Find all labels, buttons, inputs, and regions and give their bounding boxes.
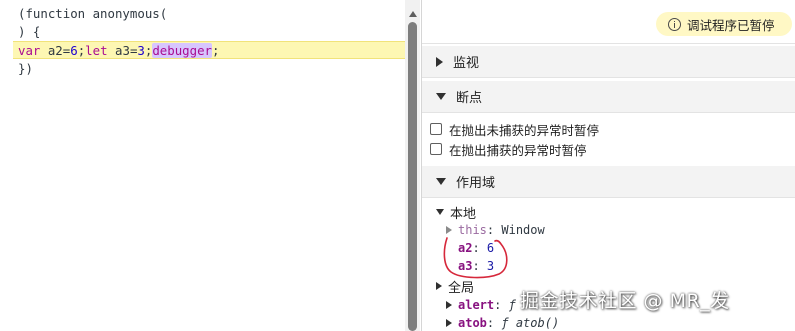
- var-name: this: [458, 223, 487, 237]
- code-line-1: (function anonymous(: [18, 6, 168, 21]
- scope-title: 作用域: [456, 176, 496, 191]
- var-value: 6: [486, 241, 495, 255]
- var-separator: :: [486, 223, 495, 237]
- scope-var-alert[interactable]: alert: ƒ: [446, 296, 516, 314]
- var-value: ƒ: [508, 298, 516, 312]
- editor-scrollbar-thumb[interactable]: [408, 22, 417, 331]
- watch-section-header[interactable]: 监视: [422, 46, 795, 78]
- scope-section-header[interactable]: 作用域: [422, 166, 795, 198]
- var-separator: :: [472, 259, 480, 273]
- scope-var-atob[interactable]: atob: ƒ atob(): [446, 314, 559, 331]
- scope-var-this[interactable]: this: Window: [446, 221, 545, 239]
- var-value: Window: [501, 223, 545, 237]
- var-name: alert: [458, 298, 495, 312]
- scope-local-group[interactable]: 本地: [436, 203, 477, 222]
- var-separator: :: [472, 241, 480, 255]
- expand-arrow-icon: [446, 319, 452, 327]
- expand-arrow-icon: [436, 282, 442, 290]
- pause-on-uncaught-checkbox[interactable]: [430, 123, 442, 135]
- var-separator: :: [494, 298, 502, 312]
- a3-declaration: a3=: [107, 43, 138, 58]
- info-icon: [668, 17, 681, 31]
- debugger-statement: debugger: [152, 43, 213, 58]
- expand-arrow-icon: [436, 56, 443, 67]
- watch-title: 监视: [453, 56, 480, 71]
- var-name: atob: [458, 316, 487, 330]
- pause-on-caught-option[interactable]: 在抛出捕获的异常时暂停: [430, 140, 587, 158]
- paused-text: 调试程序已暂停: [687, 17, 775, 33]
- semicolon: ;: [212, 43, 220, 58]
- debugger-sidebar: 调试程序已暂停 监视 断点 在抛出未捕获的异常时暂停 在抛出捕获的异常时暂停 作…: [422, 0, 795, 331]
- var-name: a2: [458, 241, 473, 255]
- pause-status-bar: 调试程序已暂停: [422, 0, 795, 44]
- code-line-2: ) {: [18, 24, 41, 39]
- keyword-var: var: [18, 43, 41, 58]
- collapse-arrow-icon: [436, 93, 446, 100]
- scope-var-a2[interactable]: a2: 6: [458, 239, 494, 257]
- scroll-up-arrow-icon[interactable]: [409, 11, 417, 17]
- scope-global-label: 全局: [448, 280, 475, 296]
- a2-declaration: a2=: [40, 43, 71, 58]
- expand-arrow-icon: [446, 226, 452, 234]
- pause-on-caught-checkbox[interactable]: [430, 143, 442, 155]
- watermark: 掘金技术社区 @ MR_发: [520, 290, 730, 312]
- collapse-arrow-icon: [436, 209, 444, 215]
- pause-on-uncaught-option[interactable]: 在抛出未捕获的异常时暂停: [430, 120, 599, 138]
- code-line-4: }): [18, 61, 33, 76]
- var-value: ƒ atob(): [501, 316, 560, 330]
- pause-on-caught-label: 在抛出捕获的异常时暂停: [449, 142, 587, 158]
- keyword-let: let: [85, 43, 108, 58]
- var-separator: :: [486, 316, 495, 330]
- expand-arrow-icon: [446, 301, 452, 309]
- collapse-arrow-icon: [436, 178, 446, 185]
- var-name: a3: [458, 259, 473, 273]
- a2-literal: 6: [70, 43, 78, 58]
- breakpoints-section-header[interactable]: 断点: [422, 81, 795, 113]
- breakpoints-title: 断点: [456, 91, 483, 106]
- scope-global-group[interactable]: 全局: [436, 277, 475, 296]
- scope-local-label: 本地: [450, 206, 477, 222]
- code-line-3-paused: var a2=6;let a3=3;debugger;: [13, 41, 405, 59]
- paused-badge: 调试程序已暂停: [656, 12, 792, 36]
- pause-on-uncaught-label: 在抛出未捕获的异常时暂停: [449, 122, 600, 138]
- scope-var-a3[interactable]: a3: 3: [458, 257, 494, 275]
- code-editor[interactable]: (function anonymous( ) { var a2=6; let a3…: [0, 0, 405, 331]
- a3-literal: 3: [137, 43, 145, 58]
- var-value: 3: [486, 259, 495, 273]
